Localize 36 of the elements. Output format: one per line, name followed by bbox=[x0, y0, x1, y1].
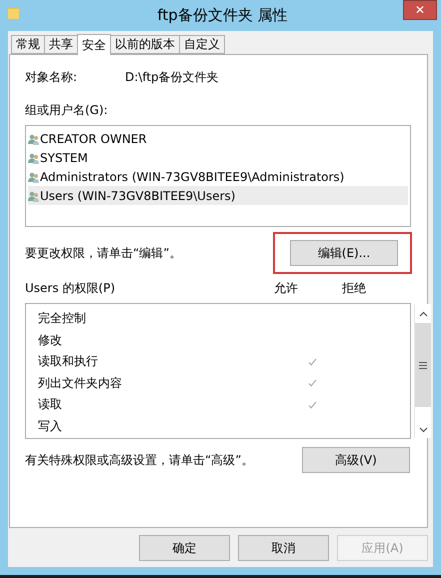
users-icon bbox=[28, 132, 40, 144]
dialog-button[interactable]: 取消 bbox=[238, 535, 329, 561]
user-list-item[interactable]: Administrators (WIN-73GV8BITEE9\Administrators) bbox=[28, 167, 408, 186]
tab[interactable]: 常规 bbox=[11, 35, 45, 54]
edit-button[interactable]: 编辑(E)... bbox=[290, 240, 398, 266]
deny-header: 拒绝 bbox=[342, 280, 366, 297]
user-list-item[interactable]: CREATOR OWNER bbox=[28, 129, 408, 148]
grip-icon bbox=[419, 362, 427, 368]
tab[interactable]: 自定义 bbox=[179, 35, 225, 54]
object-name-label: 对象名称: bbox=[25, 69, 78, 86]
window-title: ftp备份文件夹 属性 bbox=[156, 5, 289, 25]
permission-name: 修改 bbox=[38, 332, 63, 349]
dialog-button[interactable]: 确定 bbox=[139, 535, 230, 561]
user-list-item[interactable]: SYSTEM bbox=[28, 148, 408, 167]
advanced-hint: 有关特殊权限或高级设置，请单击“高级”。 bbox=[25, 452, 254, 468]
permission-name: 写入 bbox=[38, 418, 63, 435]
permission-name: 列出文件夹内容 bbox=[38, 374, 123, 392]
allow-header: 允许 bbox=[274, 280, 299, 297]
permission-name: 读取 bbox=[38, 396, 63, 414]
users-icon bbox=[28, 152, 40, 164]
tab[interactable]: 安全 bbox=[77, 34, 111, 55]
users-icon bbox=[28, 170, 40, 182]
close-button[interactable]: ✕ bbox=[403, 0, 437, 20]
group-list-label: 组或用户名(G): bbox=[25, 102, 109, 119]
scroll-thumb[interactable] bbox=[415, 323, 431, 407]
advanced-button[interactable]: 高级(V) bbox=[302, 447, 410, 473]
users-icon bbox=[28, 190, 40, 202]
tab[interactable]: 以前的版本 bbox=[110, 35, 180, 54]
user-list-item[interactable]: Users (WIN-73GV8BITEE9\Users) bbox=[28, 186, 408, 205]
permission-name: 完全控制 bbox=[38, 310, 87, 328]
object-name-value: D:\ftp备份文件夹 bbox=[125, 69, 219, 86]
edit-hint: 要更改权限，请单击“编辑”。 bbox=[25, 244, 182, 262]
permissions-label: Users 的权限(P) bbox=[25, 280, 116, 297]
tab[interactable]: 共享 bbox=[44, 35, 78, 54]
folder-icon bbox=[8, 5, 19, 19]
permission-name: 读取和执行 bbox=[38, 353, 99, 370]
